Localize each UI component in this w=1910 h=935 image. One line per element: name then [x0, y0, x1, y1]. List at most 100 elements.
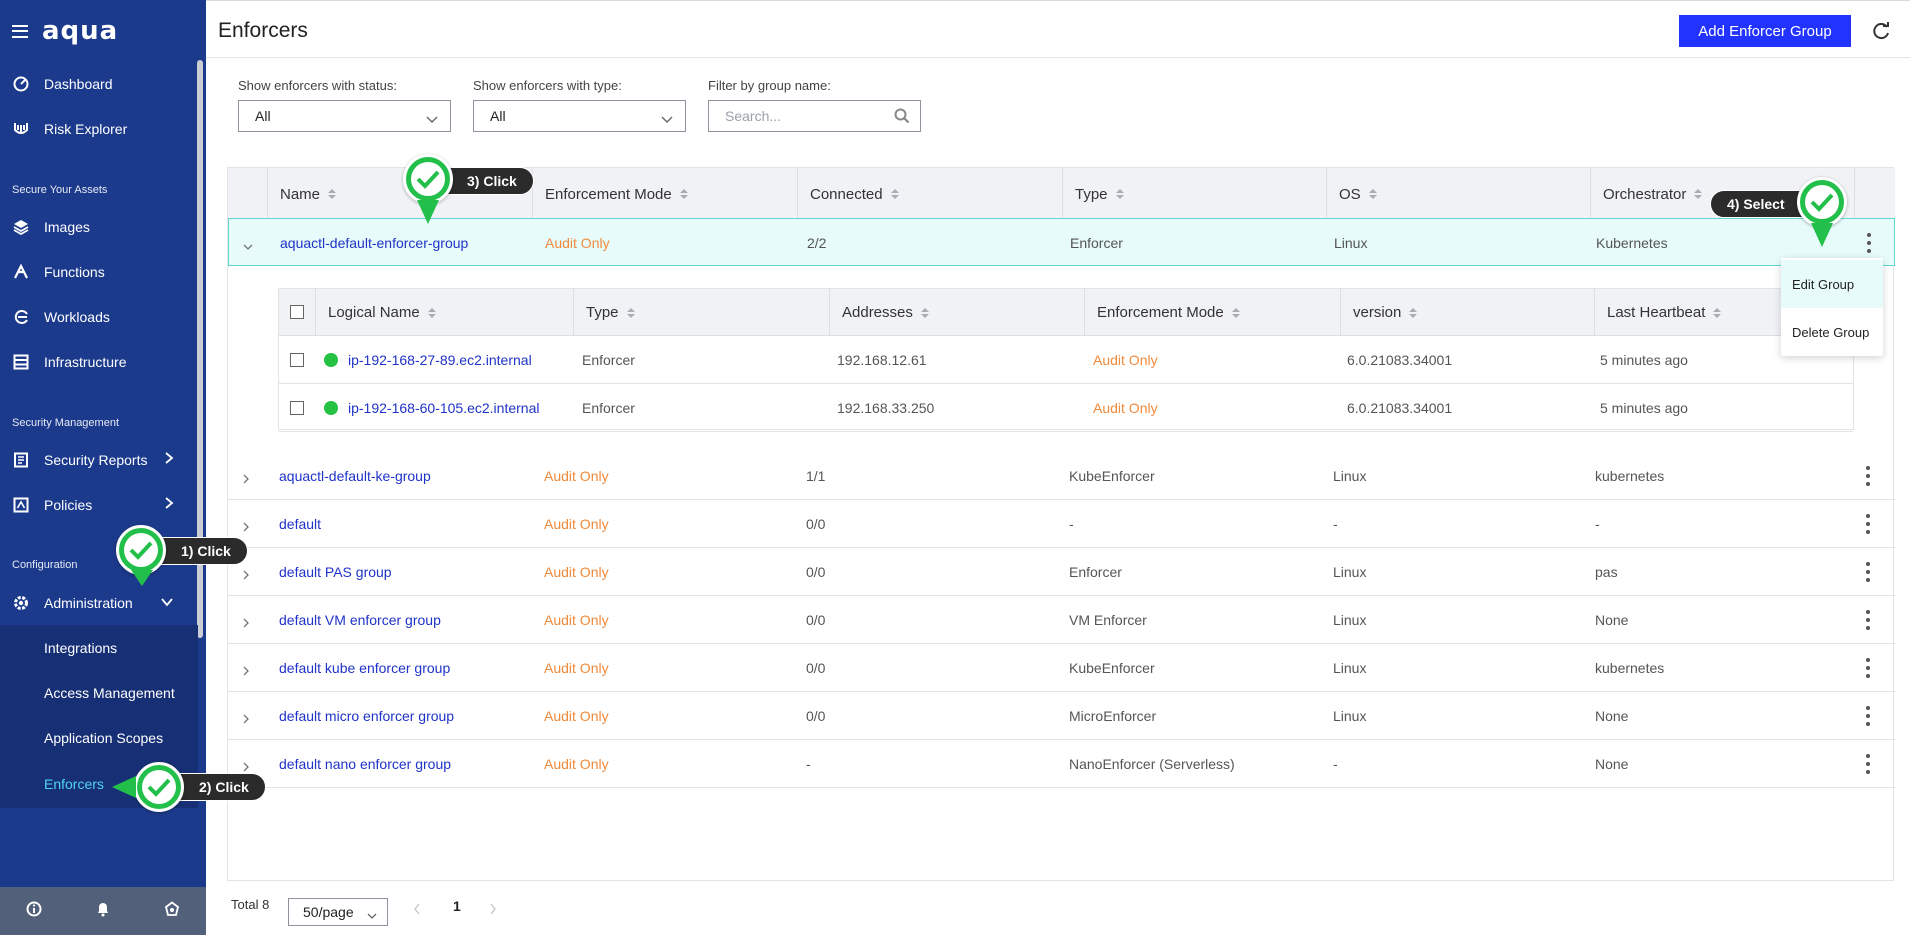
info-icon[interactable] — [26, 901, 42, 922]
group-os: Linux — [1334, 235, 1368, 251]
more-actions-icon[interactable] — [1865, 706, 1871, 726]
chevron-right-icon[interactable] — [242, 471, 250, 487]
row-checkbox[interactable] — [290, 401, 304, 415]
table-row[interactable]: aquactl-default-enforcer-group Audit Onl… — [228, 218, 1895, 266]
layers-icon — [12, 218, 30, 236]
table-row[interactable]: aquactl-default-ke-group Audit Only 1/1 Kub… — [228, 452, 1895, 500]
group-name-link[interactable]: default kube enforcer group — [279, 644, 450, 692]
next-page-icon[interactable] — [489, 902, 497, 920]
sidebar-item-workloads[interactable]: Workloads — [0, 294, 198, 339]
column-header-connected[interactable]: Connected — [797, 168, 1062, 220]
sort-icon — [1409, 307, 1418, 318]
prev-page-icon[interactable] — [413, 902, 421, 920]
column-header-type[interactable]: Type — [573, 289, 829, 336]
group-search-placeholder: Search... — [725, 108, 782, 124]
sidebar-item-label: Risk Explorer — [44, 120, 128, 137]
group-name-link[interactable]: aquactl-default-enforcer-group — [280, 219, 468, 267]
enforcer-name-link[interactable]: ip-192-168-27-89.ec2.internal — [324, 336, 532, 384]
page-size-select[interactable]: 50/page — [288, 898, 388, 926]
column-header-enforcement-mode[interactable]: Enforcement Mode — [532, 168, 797, 220]
enforcer-groups-table: Name Enforcement Mode Connected Type OS … — [227, 167, 1895, 881]
table-row[interactable]: default Audit Only 0/0 - - - — [228, 500, 1895, 548]
table-row[interactable]: default nano enforcer group Audit Only - Na… — [228, 740, 1895, 788]
checkmark-icon — [134, 762, 184, 812]
select-all-checkbox[interactable] — [290, 305, 304, 319]
sidebar-subitem-access-management[interactable]: Access Management — [0, 670, 198, 715]
refresh-icon[interactable] — [1870, 20, 1892, 42]
sidebar-item-risk-explorer[interactable]: Risk Explorer — [0, 106, 198, 151]
bell-icon[interactable] — [95, 901, 111, 922]
delete-group-menu-item[interactable]: Delete Group — [1781, 308, 1883, 356]
sort-icon — [1713, 307, 1722, 318]
enforcer-version: 6.0.21083.34001 — [1347, 352, 1453, 368]
sidebar-item-security-reports[interactable]: Security Reports — [0, 437, 198, 482]
table-row[interactable]: default micro enforcer group Audit Only 0/… — [228, 692, 1895, 740]
more-actions-icon[interactable] — [1865, 610, 1871, 630]
sidebar-item-images[interactable]: Images — [0, 204, 198, 249]
sidebar-subitem-application-scopes[interactable]: Application Scopes — [0, 715, 198, 760]
column-header-addresses[interactable]: Addresses — [829, 289, 1084, 336]
column-header-type[interactable]: Type — [1062, 168, 1326, 220]
column-header-logical-name[interactable]: Logical Name — [315, 289, 573, 336]
edit-group-menu-item[interactable]: Edit Group — [1781, 260, 1883, 308]
connected-count: 0/0 — [806, 708, 826, 724]
connected-count: 0/0 — [806, 564, 826, 580]
sidebar-item-infrastructure[interactable]: Infrastructure — [0, 339, 198, 384]
add-enforcer-group-button[interactable]: Add Enforcer Group — [1679, 15, 1851, 47]
enforcer-name-link[interactable]: ip-192-168-60-105.ec2.internal — [324, 384, 539, 432]
group-name-link[interactable]: default — [279, 500, 321, 548]
group-name-link[interactable]: aquactl-default-ke-group — [279, 452, 431, 500]
type-filter-select[interactable]: All — [473, 100, 686, 132]
more-actions-icon[interactable] — [1865, 514, 1871, 534]
enforcer-row[interactable]: ip-192-168-27-89.ec2.internal Enforcer 1… — [279, 336, 1853, 384]
status-online-icon — [324, 353, 338, 367]
table-row[interactable]: default PAS group Audit Only 0/0 Enforcer Li… — [228, 548, 1895, 596]
column-header-os[interactable]: OS — [1326, 168, 1590, 220]
settings-icon[interactable] — [164, 900, 180, 922]
chevron-right-icon[interactable] — [242, 519, 250, 535]
enforcement-mode: Audit Only — [544, 660, 609, 676]
more-actions-icon[interactable] — [1865, 466, 1871, 486]
aqua-logo[interactable]: aqua — [42, 16, 118, 46]
chevron-right-icon[interactable] — [242, 663, 250, 679]
hamburger-menu-icon[interactable] — [12, 24, 28, 38]
sidebar-item-administration[interactable]: Administration — [0, 580, 198, 625]
group-type: KubeEnforcer — [1069, 468, 1155, 484]
chevron-down-icon[interactable] — [243, 238, 253, 254]
chevron-right-icon[interactable] — [242, 567, 250, 583]
more-actions-icon[interactable] — [1865, 754, 1871, 774]
enforcer-row[interactable]: ip-192-168-60-105.ec2.internal Enforcer … — [279, 384, 1853, 432]
sidebar-item-label: Infrastructure — [44, 353, 127, 370]
group-name-link[interactable]: default micro enforcer group — [279, 692, 454, 740]
sort-icon — [920, 307, 929, 318]
chevron-down-icon — [661, 111, 673, 127]
status-filter-select[interactable]: All — [238, 100, 451, 132]
chevron-right-icon[interactable] — [242, 711, 250, 727]
row-checkbox[interactable] — [290, 353, 304, 367]
sort-icon — [626, 307, 635, 318]
sidebar-subitem-integrations[interactable]: Integrations — [0, 625, 198, 670]
group-name-link[interactable]: default PAS group — [279, 548, 392, 596]
sidebar-item-functions[interactable]: Functions — [0, 249, 198, 294]
more-actions-icon[interactable] — [1865, 562, 1871, 582]
sidebar-item-label: Policies — [44, 496, 93, 513]
group-actions-menu: Edit Group Delete Group — [1781, 258, 1883, 356]
connected-count: - — [806, 756, 811, 772]
more-actions-icon[interactable] — [1866, 233, 1872, 253]
column-header-enforcement-mode[interactable]: Enforcement Mode — [1084, 289, 1340, 336]
search-icon[interactable] — [894, 108, 910, 127]
group-search-input[interactable]: Search... — [708, 100, 921, 132]
chevron-down-icon — [160, 594, 174, 610]
table-row[interactable]: default VM enforcer group Audit Only 0/0 VM… — [228, 596, 1895, 644]
sidebar-item-policies[interactable]: Policies — [0, 482, 198, 527]
sidebar-item-label: Images — [44, 218, 90, 235]
more-actions-icon[interactable] — [1865, 658, 1871, 678]
sidebar-item-dashboard[interactable]: Dashboard — [0, 61, 198, 106]
sort-icon — [1694, 189, 1703, 199]
current-page[interactable]: 1 — [453, 898, 461, 914]
column-header-version[interactable]: version — [1340, 289, 1594, 336]
table-row[interactable]: default kube enforcer group Audit Only 0/0… — [228, 644, 1895, 692]
group-name-link[interactable]: default VM enforcer group — [279, 596, 441, 644]
chevron-right-icon[interactable] — [242, 615, 250, 631]
group-name-link[interactable]: default nano enforcer group — [279, 740, 451, 788]
